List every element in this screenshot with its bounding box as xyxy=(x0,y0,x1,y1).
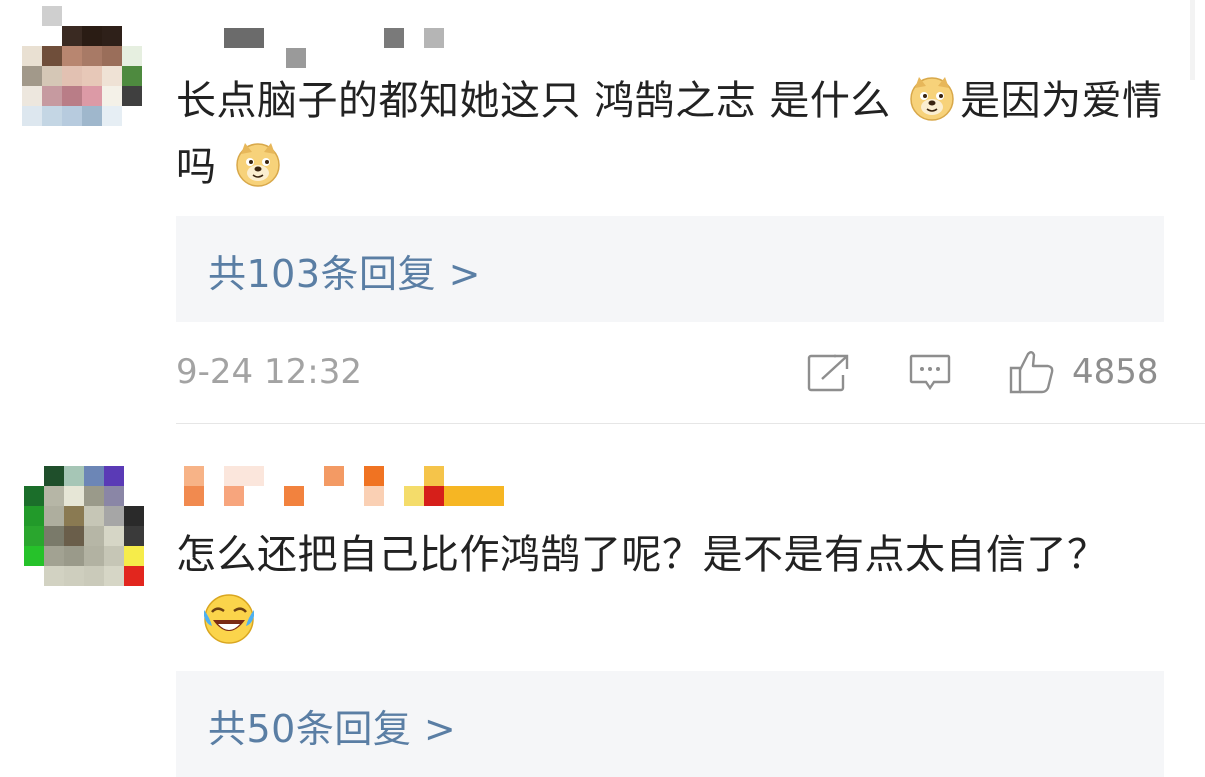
comment-timestamp: 9-24 12:32 xyxy=(176,352,362,392)
comment-text: 怎么还把自己比作鸿鹄了呢？是不是有点太自信了？ xyxy=(176,522,1166,654)
laughing-crying-icon xyxy=(202,592,256,646)
scrollbar-edge[interactable] xyxy=(1190,0,1195,80)
comment-icon xyxy=(909,354,951,391)
share-button[interactable] xyxy=(806,353,850,393)
reply-box[interactable]: 共103条回复 > xyxy=(176,216,1164,322)
thumbs-up-icon xyxy=(1009,351,1054,394)
avatar[interactable] xyxy=(22,6,142,126)
doge-icon xyxy=(234,140,282,188)
view-replies-link[interactable]: 共50条回复 > xyxy=(208,698,456,753)
comment-text-part: 怎么还把自己比作鸿鹄了呢？是不是有点太自信了？ xyxy=(176,532,1108,578)
like-button[interactable] xyxy=(1008,348,1056,396)
reply-box[interactable]: 共50条回复 > xyxy=(176,671,1164,777)
view-replies-link[interactable]: 共103条回复 > xyxy=(208,243,481,298)
comment-divider xyxy=(176,423,1205,424)
share-icon xyxy=(807,354,849,392)
avatar[interactable] xyxy=(24,466,144,586)
doge-icon xyxy=(908,74,956,122)
comment-text-part: 长点脑子的都知她这只 鸿鹄之志 是什么 xyxy=(176,78,891,124)
comment-button[interactable] xyxy=(908,353,952,395)
comment-text: 长点脑子的都知她这只 鸿鹄之志 是什么 是因为爱情吗 xyxy=(176,68,1166,200)
like-count: 4858 xyxy=(1072,352,1159,392)
